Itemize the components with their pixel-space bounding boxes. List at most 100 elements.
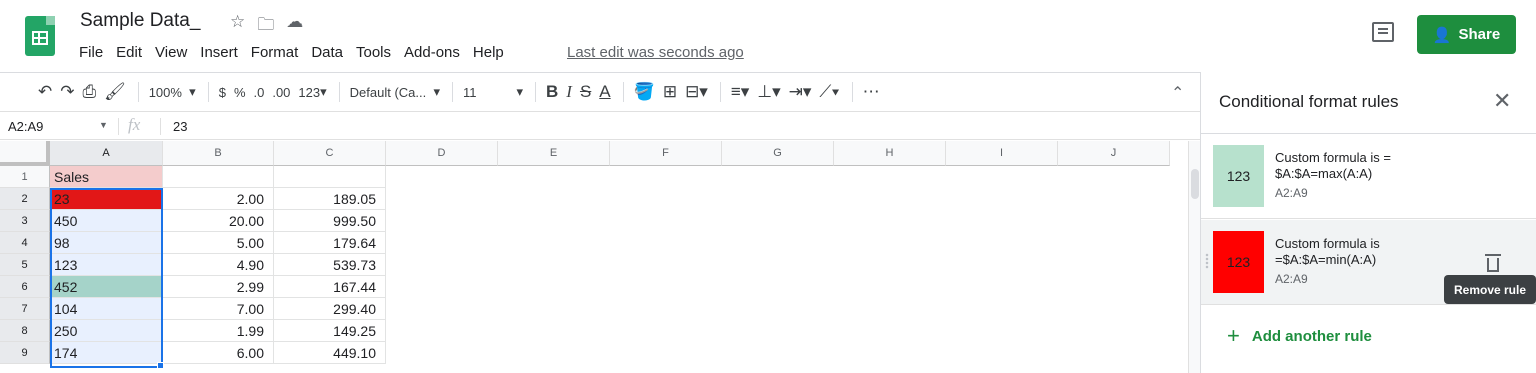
cloud-status-icon[interactable]: ☁ (286, 12, 303, 41)
share-button[interactable]: 👤 Share (1417, 15, 1516, 54)
cell-b2[interactable]: 2.00 (163, 188, 274, 210)
row-header-5[interactable]: 5 (0, 254, 50, 276)
move-folder-icon[interactable]: 🗀 (257, 12, 274, 41)
sheets-logo-icon[interactable] (25, 16, 55, 56)
currency-format-button[interactable]: $ (219, 78, 226, 106)
cell-b6[interactable]: 2.99 (163, 276, 274, 298)
sheet-grid[interactable]: A B C D E F G H I J 1 Sales 2 23 2.00 18… (0, 141, 1188, 373)
cell-a3[interactable]: 450 (50, 210, 163, 232)
fill-color-icon[interactable]: 🪣 (634, 78, 655, 106)
collapse-toolbar-icon[interactable]: ⌃ (1171, 83, 1184, 103)
drag-handle-icon[interactable] (1205, 253, 1209, 269)
merge-cells-icon[interactable]: ⊟▾ (685, 78, 708, 106)
column-header-i[interactable]: I (946, 141, 1058, 166)
delete-rule-icon[interactable] (1485, 254, 1501, 272)
column-header-e[interactable]: E (498, 141, 610, 166)
menu-edit[interactable]: Edit (116, 44, 142, 61)
menu-help[interactable]: Help (473, 44, 504, 61)
column-header-j[interactable]: J (1058, 141, 1170, 166)
cell-c5[interactable]: 539.73 (274, 254, 386, 276)
row-header-7[interactable]: 7 (0, 298, 50, 320)
cell-a5[interactable]: 123 (50, 254, 163, 276)
cell-c6[interactable]: 167.44 (274, 276, 386, 298)
row-header-8[interactable]: 8 (0, 320, 50, 342)
cell-a2[interactable]: 23 (50, 188, 163, 210)
row-header-4[interactable]: 4 (0, 232, 50, 254)
cell-b7[interactable]: 7.00 (163, 298, 274, 320)
increase-decimal-button[interactable]: .00 (272, 78, 290, 106)
cell-b4[interactable]: 5.00 (163, 232, 274, 254)
cell-c4[interactable]: 179.64 (274, 232, 386, 254)
menu-insert[interactable]: Insert (200, 44, 238, 61)
column-header-h[interactable]: H (834, 141, 946, 166)
cell-c2[interactable]: 189.05 (274, 188, 386, 210)
cell-a1[interactable]: Sales (50, 166, 163, 188)
text-wrapping-icon[interactable]: ⇥▾ (789, 78, 812, 106)
cell-b8[interactable]: 1.99 (163, 320, 274, 342)
vertical-scrollbar[interactable] (1188, 141, 1200, 373)
document-title[interactable]: Sample Data_ (80, 10, 200, 32)
menu-view[interactable]: View (155, 44, 187, 61)
name-box-dropdown-icon[interactable]: ▼ (99, 120, 108, 130)
redo-icon[interactable]: ↷ (60, 78, 74, 106)
rule-item-max[interactable]: 123 Custom formula is = $A:$A=max(A:A) A… (1201, 134, 1536, 219)
cell-b3[interactable]: 20.00 (163, 210, 274, 232)
star-icon[interactable]: ☆ (230, 12, 245, 41)
row-header-2[interactable]: 2 (0, 188, 50, 210)
column-header-g[interactable]: G (722, 141, 834, 166)
cell-a9[interactable]: 174 (50, 342, 163, 364)
cell-c9[interactable]: 449.10 (274, 342, 386, 364)
paint-format-icon[interactable]: 🖌 (104, 78, 126, 106)
decrease-decimal-button[interactable]: .0 (254, 78, 265, 106)
cell-b1[interactable] (163, 166, 274, 188)
row-header-1[interactable]: 1 (0, 166, 50, 188)
row-header-9[interactable]: 9 (0, 342, 50, 364)
column-header-b[interactable]: B (163, 141, 274, 166)
horizontal-align-icon[interactable]: ≡▾ (731, 78, 749, 106)
cell-a6[interactable]: 452 (50, 276, 163, 298)
formula-input[interactable]: 23 (173, 119, 187, 134)
menu-file[interactable]: File (79, 44, 103, 61)
print-icon[interactable]: ⎙ (83, 78, 97, 106)
cell-a8[interactable]: 250 (50, 320, 163, 342)
comment-history-icon[interactable] (1372, 22, 1394, 42)
menu-tools[interactable]: Tools (356, 44, 391, 61)
percent-format-button[interactable]: % (234, 78, 246, 106)
menu-data[interactable]: Data (311, 44, 343, 61)
cell-a7[interactable]: 104 (50, 298, 163, 320)
close-icon[interactable]: ✕ (1493, 90, 1511, 112)
cell-c7[interactable]: 299.40 (274, 298, 386, 320)
italic-button[interactable]: I (566, 78, 572, 106)
more-options-icon[interactable]: ⋯ (863, 78, 880, 106)
row-header-6[interactable]: 6 (0, 276, 50, 298)
cell-b9[interactable]: 6.00 (163, 342, 274, 364)
text-color-button[interactable]: A (599, 78, 610, 106)
name-box[interactable]: A2:A9 (8, 119, 43, 134)
cell-a4[interactable]: 98 (50, 232, 163, 254)
scrollbar-thumb[interactable] (1191, 169, 1199, 199)
text-rotation-icon[interactable]: ⟋▾ (819, 78, 839, 106)
cell-c1[interactable] (274, 166, 386, 188)
bold-button[interactable]: B (546, 78, 558, 106)
fill-handle[interactable] (157, 362, 164, 369)
row-header-3[interactable]: 3 (0, 210, 50, 232)
column-header-f[interactable]: F (610, 141, 722, 166)
select-all-corner[interactable] (0, 141, 50, 166)
more-formats-button[interactable]: 123 ▾ (298, 78, 326, 106)
undo-icon[interactable]: ↶ (38, 78, 52, 106)
borders-icon[interactable]: ⊞ (663, 78, 677, 106)
menu-format[interactable]: Format (251, 44, 299, 61)
strikethrough-button[interactable]: S (580, 78, 591, 106)
font-size-select[interactable]: 11 ▾ (463, 78, 523, 106)
vertical-align-icon[interactable]: ⊥▾ (757, 78, 780, 106)
cell-b5[interactable]: 4.90 (163, 254, 274, 276)
font-select[interactable]: Default (Ca... ▾ (350, 78, 440, 106)
zoom-select[interactable]: 100% ▾ (149, 78, 196, 106)
column-header-c[interactable]: C (274, 141, 386, 166)
column-header-a[interactable]: A (50, 141, 163, 166)
cell-c8[interactable]: 149.25 (274, 320, 386, 342)
menu-addons[interactable]: Add-ons (404, 44, 460, 61)
add-rule-button[interactable]: + Add another rule (1227, 325, 1372, 347)
last-edit-link[interactable]: Last edit was seconds ago (567, 44, 744, 61)
cell-c3[interactable]: 999.50 (274, 210, 386, 232)
